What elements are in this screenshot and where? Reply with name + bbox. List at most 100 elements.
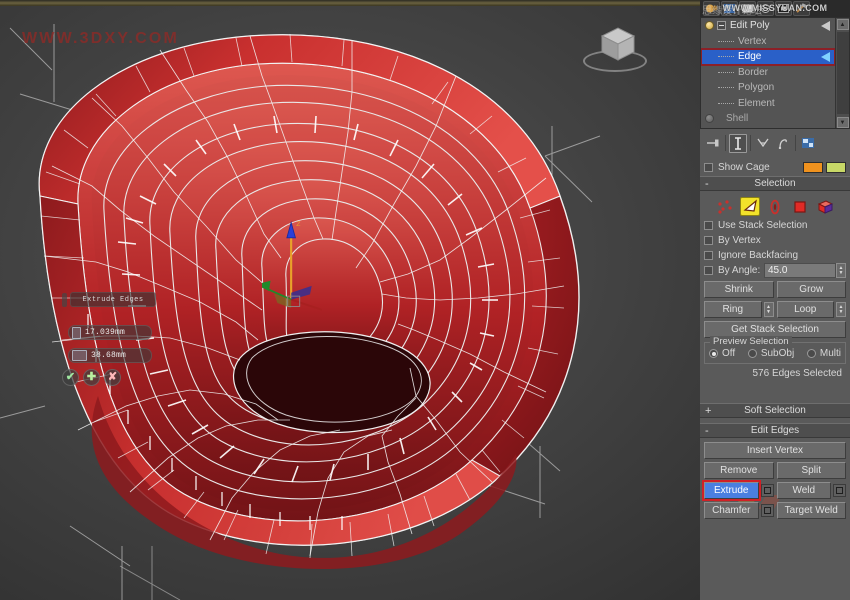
render-preview-icon[interactable] (757, 1, 774, 16)
show-cage-row[interactable]: Show Cage (700, 157, 850, 176)
expand-collapse-icon[interactable] (717, 21, 726, 31)
render-last-icon[interactable] (775, 1, 792, 16)
modifier-stack-scrollbar[interactable]: ▲ ▼ (835, 18, 849, 128)
use-stack-selection-checkbox[interactable] (704, 221, 713, 230)
by-angle-checkbox[interactable] (704, 266, 713, 275)
weld-settings-button[interactable] (833, 484, 846, 497)
tree-dash-icon (718, 71, 734, 73)
ignore-backfacing-row[interactable]: Ignore Backfacing (704, 248, 846, 263)
caddy-ok-button[interactable]: ✔ (62, 369, 79, 386)
configure-modifier-sets-icon[interactable] (799, 134, 817, 153)
stack-item-element[interactable]: Element (701, 96, 835, 112)
by-angle-spinner[interactable]: ▲ ▼ (836, 263, 846, 278)
viewcube[interactable] (578, 14, 652, 80)
stack-item-vertex[interactable]: Vertex (701, 34, 835, 50)
utilities-hammer-icon[interactable] (793, 1, 810, 16)
target-weld-button[interactable]: Target Weld (776, 502, 846, 519)
extrude-settings-button[interactable] (760, 484, 774, 497)
extrusion-height-value: 17.039mm (85, 328, 126, 337)
element-subobject-icon[interactable] (815, 197, 835, 216)
polygon-subobject-icon[interactable] (790, 197, 810, 216)
light-bulb-icon[interactable] (705, 114, 714, 124)
remove-modifier-icon[interactable] (774, 134, 792, 153)
show-cage-checkbox[interactable] (704, 163, 713, 172)
modifier-stack-list[interactable]: Edit Poly Vertex Edge Border Polygon Ele… (701, 18, 835, 128)
render-setup-icon[interactable] (721, 1, 738, 16)
rollout-toggle-icon[interactable]: - (705, 178, 709, 191)
extrusion-height-field[interactable]: 17.039mm (68, 325, 152, 340)
border-subobject-icon[interactable] (765, 197, 785, 216)
loop-spinner[interactable]: ▲ ▼ (836, 302, 846, 317)
stack-item-edit-poly[interactable]: Edit Poly (701, 18, 835, 34)
scroll-track[interactable] (836, 32, 849, 114)
ignore-backfacing-checkbox[interactable] (704, 251, 713, 260)
cage-color-swatch-1[interactable] (803, 162, 823, 173)
stack-item-border[interactable]: Border (701, 65, 835, 81)
vertex-subobject-icon[interactable] (715, 197, 735, 216)
viewport-watermark: WWW.3DXY.COM (22, 30, 180, 47)
preview-off-radio[interactable] (709, 349, 718, 358)
scroll-up-button[interactable]: ▲ (836, 19, 849, 30)
use-stack-selection-row[interactable]: Use Stack Selection (704, 218, 846, 233)
by-vertex-checkbox[interactable] (704, 236, 713, 245)
stack-item-label: Polygon (738, 82, 775, 94)
show-end-result-icon[interactable] (729, 133, 747, 153)
modifier-stack-toolbar (700, 131, 850, 155)
caddy-apply-button[interactable]: ✚ (83, 369, 100, 386)
light-bulb-icon[interactable] (705, 21, 714, 31)
render-frame-icon[interactable] (739, 1, 756, 16)
chamfer-button[interactable]: Chamfer (704, 502, 759, 519)
scroll-down-button[interactable]: ▼ (836, 117, 849, 128)
extrusion-base-width-field[interactable]: 38.68mm (68, 348, 152, 363)
extrude-button[interactable]: Extrude (702, 480, 761, 501)
rollout-header-edit-edges[interactable]: - Edit Edges (700, 423, 850, 438)
material-sphere-icon[interactable] (703, 1, 720, 16)
insert-vertex-button[interactable]: Insert Vertex (704, 442, 846, 459)
preview-option-subobj[interactable]: SubObj (747, 348, 794, 359)
remove-button[interactable]: Remove (704, 462, 774, 479)
caddy-cancel-button[interactable]: ✘ (104, 369, 121, 386)
split-button[interactable]: Split (776, 462, 846, 479)
preview-subobj-radio[interactable] (747, 349, 757, 358)
modifier-stack[interactable]: Edit Poly Vertex Edge Border Polygon Ele… (700, 17, 850, 129)
ring-button[interactable]: Ring (704, 301, 762, 318)
make-unique-icon[interactable] (754, 134, 772, 153)
preview-multi-radio[interactable] (806, 349, 816, 358)
pin-stack-icon[interactable] (704, 134, 722, 153)
grow-button[interactable]: Grow (776, 281, 846, 298)
cage-color-swatch-2[interactable] (826, 162, 846, 173)
toolbar-separator (725, 135, 726, 151)
chamfer-settings-button[interactable] (760, 504, 774, 517)
stack-item-label: Shell (726, 113, 749, 125)
rollout-header-soft-selection[interactable]: + Soft Selection (700, 403, 850, 418)
loop-button[interactable]: Loop (776, 301, 834, 318)
rollout-container[interactable]: Show Cage - Selection Use Stack Selectio… (700, 157, 850, 600)
by-angle-input[interactable]: 45.0 (764, 263, 836, 278)
ring-spinner[interactable]: ▲ ▼ (763, 302, 774, 317)
weld-button[interactable]: Weld (776, 482, 831, 499)
rollout-toggle-icon[interactable]: + (705, 405, 711, 418)
stack-item-edge[interactable]: Edge (701, 48, 835, 66)
by-vertex-row[interactable]: By Vertex (704, 233, 846, 248)
perspective-viewport[interactable]: WWW.3DXY.COM Z Extrude Edges 17.039mm 38… (0, 6, 700, 600)
edit-edges-rollout-body: Insert Vertex Remove Split Extrude Weld (700, 438, 850, 521)
edge-subobject-icon[interactable] (740, 197, 760, 216)
caddy-drag-handle[interactable] (62, 293, 67, 307)
remove-split-row: Remove Split (704, 462, 846, 479)
by-angle-row[interactable]: By Angle: 45.0 ▲ ▼ (704, 263, 846, 278)
extrude-weld-row: Extrude Weld (702, 480, 846, 501)
stack-item-shell[interactable]: Shell (701, 111, 835, 127)
selection-status-text: 576 Edges Selected (752, 368, 842, 379)
stack-item-polygon[interactable]: Polygon (701, 80, 835, 96)
rollout-title: Edit Edges (750, 425, 800, 436)
preview-option-multi[interactable]: Multi (806, 348, 841, 359)
rollout-header-selection[interactable]: - Selection (700, 176, 850, 191)
preview-option-off[interactable]: Off (709, 348, 735, 359)
rollout-toggle-icon[interactable]: - (705, 425, 709, 438)
shrink-button[interactable]: Shrink (704, 281, 774, 298)
rollout-title: Soft Selection (744, 405, 806, 416)
viewcube-cube-icon[interactable] (598, 24, 638, 64)
transform-gizmo[interactable]: Z (262, 211, 322, 311)
gizmo-z-label: Z (296, 221, 300, 228)
extrude-base-width-icon (72, 350, 87, 361)
